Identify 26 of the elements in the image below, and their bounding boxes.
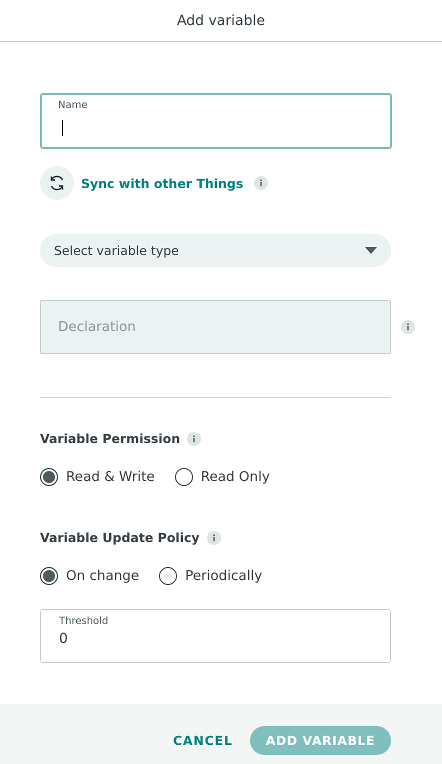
radio-label: Read & Write xyxy=(66,469,155,485)
info-icon[interactable] xyxy=(187,432,202,446)
variable-type-select[interactable]: Select variable type xyxy=(40,234,391,267)
info-icon[interactable] xyxy=(401,320,415,334)
radio-button[interactable] xyxy=(40,567,58,585)
sync-icon[interactable] xyxy=(40,166,74,200)
info-icon[interactable] xyxy=(206,530,221,544)
name-field[interactable]: Name xyxy=(40,93,392,149)
radio-button[interactable] xyxy=(159,567,178,585)
cancel-button[interactable]: CANCEL xyxy=(172,726,233,754)
radio-option[interactable]: On change xyxy=(40,567,140,585)
info-icon[interactable] xyxy=(254,176,268,190)
radio-label: On change xyxy=(66,568,140,584)
dialog-title: Add variable xyxy=(176,12,266,28)
radio-option[interactable]: Read & Write xyxy=(40,468,155,486)
radio-label: Read Only xyxy=(200,469,270,485)
radio-label: Periodically xyxy=(185,568,262,584)
radio-option[interactable]: Periodically xyxy=(159,567,262,585)
radio-button[interactable] xyxy=(174,468,193,486)
section-heading: Variable Permission xyxy=(40,431,180,446)
dropdown-caret-icon xyxy=(365,247,377,254)
radio-button[interactable] xyxy=(40,468,58,486)
radio-option[interactable]: Read Only xyxy=(174,468,270,486)
threshold-field[interactable]: Threshold 0 xyxy=(40,609,391,663)
section-heading: Variable Update Policy xyxy=(40,530,200,545)
sync-link[interactable]: Sync with other Things xyxy=(81,176,244,190)
